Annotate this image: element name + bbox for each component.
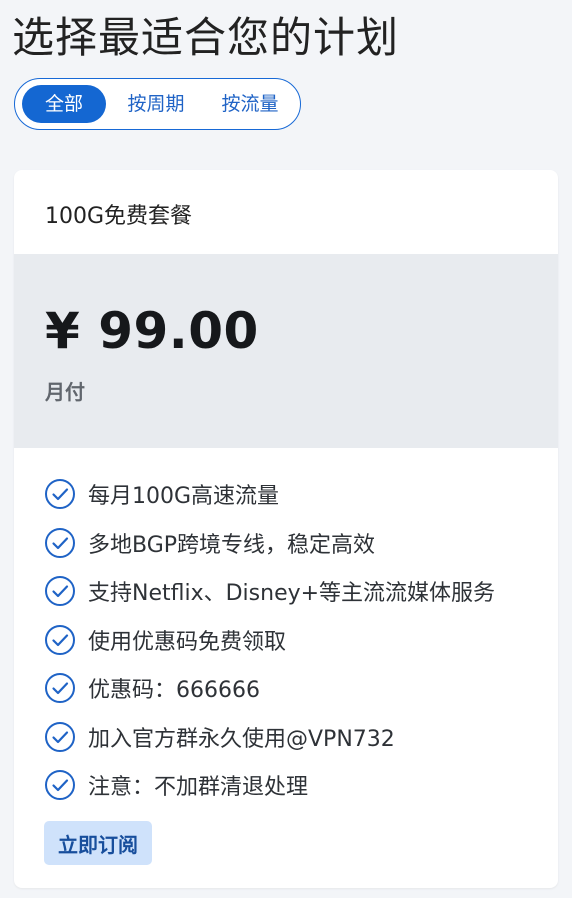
tab-by-traffic[interactable]: 按流量 (208, 85, 292, 123)
feature-text: 使用优惠码免费领取 (88, 629, 287, 655)
check-circle-icon (45, 479, 75, 510)
feature-item: 优惠码：666666 (44, 664, 495, 713)
check-circle-icon (45, 673, 75, 704)
feature-item: 多地BGP跨境专线，稳定高效 (44, 519, 495, 568)
feature-text: 加入官方群永久使用@VPN732 (88, 726, 395, 752)
pricing-page: 选择最适合您的计划 全部 按周期 按流量 100G免费套餐 ¥ 99.00 月付… (0, 0, 572, 898)
tab-all[interactable]: 全部 (22, 85, 106, 123)
tab-by-period[interactable]: 按周期 (111, 85, 201, 123)
price-section: ¥ 99.00 月付 (14, 254, 558, 448)
feature-item: 注意：不加群清退处理 (44, 761, 495, 810)
check-circle-icon (45, 624, 75, 655)
feature-list: 每月100G高速流量 多地BGP跨境专线，稳定高效 支持Netflix、Disn… (44, 470, 495, 810)
feature-item: 支持Netflix、Disney+等主流流媒体服务 (44, 567, 495, 616)
feature-text: 支持Netflix、Disney+等主流流媒体服务 (88, 581, 496, 607)
feature-text: 优惠码：666666 (88, 678, 260, 704)
feature-item: 加入官方群永久使用@VPN732 (44, 713, 495, 762)
plan-name: 100G免费套餐 (45, 204, 193, 229)
check-circle-icon (45, 770, 75, 801)
plan-price: ¥ 99.00 (45, 302, 259, 360)
subscribe-button[interactable]: 立即订阅 (44, 821, 152, 865)
feature-item: 每月100G高速流量 (44, 470, 495, 519)
check-circle-icon (45, 576, 75, 607)
billing-period: 月付 (45, 380, 85, 404)
page-title: 选择最适合您的计划 (12, 13, 400, 62)
feature-item: 使用优惠码免费领取 (44, 616, 495, 665)
check-circle-icon (45, 721, 75, 752)
plan-card: 100G免费套餐 ¥ 99.00 月付 每月100G高速流量 多地BGP跨境专线… (14, 170, 558, 888)
feature-text: 每月100G高速流量 (88, 484, 280, 510)
feature-text: 多地BGP跨境专线，稳定高效 (88, 532, 376, 558)
check-circle-icon (45, 527, 75, 558)
feature-text: 注意：不加群清退处理 (88, 775, 309, 801)
plan-filter-tabs: 全部 按周期 按流量 (14, 78, 301, 130)
